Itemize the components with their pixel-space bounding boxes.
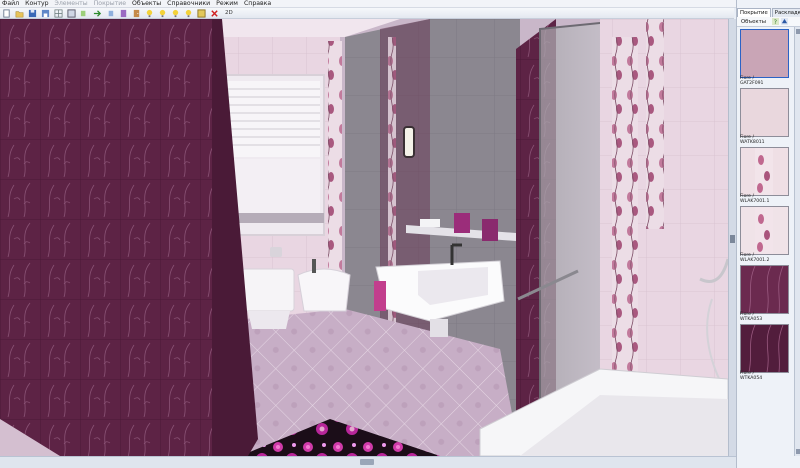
scroll-down-arrow[interactable]: [796, 449, 800, 454]
material-thumbnail: [740, 324, 789, 373]
horizontal-scrollbar[interactable]: [0, 456, 736, 468]
help-icon[interactable]: ?: [771, 18, 779, 25]
material-thumbnail: [740, 206, 789, 255]
scroll-up-arrow[interactable]: [796, 29, 800, 34]
3d-viewport[interactable]: [0, 19, 728, 456]
menu-item-3[interactable]: Покрытие: [94, 0, 126, 8]
tab-1[interactable]: Раскладки: [771, 8, 800, 17]
save-as-icon[interactable]: [41, 9, 50, 18]
mode-2d-button[interactable]: 2D: [225, 9, 233, 18]
grid-icon[interactable]: [54, 9, 63, 18]
material-caption: Fiore / WLAK7001.1: [740, 194, 770, 204]
window-icon[interactable]: [197, 8, 206, 18]
save-icon[interactable]: [28, 9, 37, 18]
material-thumbnail: [740, 88, 789, 137]
material-item[interactable]: Fiore / WTKA053: [737, 263, 794, 322]
scrollbar-thumb[interactable]: [360, 459, 374, 465]
material-item[interactable]: Fiore / WTKA054: [737, 322, 794, 381]
svg-text:?: ?: [774, 19, 777, 25]
material-caption: Fiore / WTKA053: [740, 312, 763, 322]
menu-item-1[interactable]: Контур: [25, 0, 48, 8]
material-caption: Fiore / WTKA054: [740, 371, 763, 381]
menu-item-5[interactable]: Справочники: [167, 0, 210, 8]
up-icon[interactable]: [780, 18, 788, 25]
delete-icon[interactable]: [210, 9, 219, 18]
new-file-icon[interactable]: [2, 8, 11, 18]
import-icon[interactable]: [80, 9, 89, 18]
panel-splitter[interactable]: [728, 19, 736, 456]
menu-item-0[interactable]: Файл: [2, 0, 19, 8]
menu-item-6[interactable]: Режим: [216, 0, 238, 8]
menu-bar: Файл Контур Элементы Покрытие Объекты Справоч…: [0, 0, 800, 8]
bulb-icon[interactable]: [171, 9, 180, 18]
bulb-icon[interactable]: [145, 9, 154, 18]
objects-label[interactable]: Объекты: [741, 19, 766, 25]
toolbar: 2D: [0, 8, 734, 19]
material-thumbnail: [740, 265, 789, 314]
bathroom-scene: [0, 19, 728, 456]
door-icon[interactable]: [132, 9, 141, 18]
export-icon[interactable]: [106, 9, 115, 18]
material-caption: Fiore / WATK8011: [740, 135, 765, 145]
menu-item-4[interactable]: Объекты: [132, 0, 161, 8]
app-window: Файл Контур Элементы Покрытие Объекты Справоч…: [0, 0, 800, 468]
splitter-grip[interactable]: [730, 235, 735, 243]
material-thumbnail: [740, 29, 789, 78]
menu-item-2[interactable]: Элементы: [55, 0, 88, 8]
material-thumbnail: [740, 147, 789, 196]
tab-0[interactable]: Покрытие: [737, 8, 771, 17]
panel-subbar: Объекты ?: [737, 17, 800, 27]
book-icon[interactable]: [119, 9, 128, 18]
menu-item-7[interactable]: Справка: [244, 0, 271, 8]
material-item[interactable]: Fiore / WLAK7001.2: [737, 204, 794, 263]
arrow-icon[interactable]: [93, 9, 102, 18]
material-item[interactable]: Fiore / GAT2F091: [737, 27, 794, 86]
bulb-icon[interactable]: [184, 9, 193, 18]
material-item[interactable]: Fiore / WLAK7001.1: [737, 145, 794, 204]
panel-scrollbar[interactable]: [794, 27, 800, 456]
material-item[interactable]: Fiore / WATK8011: [737, 86, 794, 145]
open-folder-icon[interactable]: [15, 9, 24, 18]
panel-tabs: ПокрытиеРаскладки: [737, 8, 800, 17]
materials-panel: ПокрытиеРаскладки Объекты ? Fiore / GAT2…: [736, 0, 800, 468]
material-caption: Fiore / GAT2F091: [740, 76, 764, 86]
materials-list: Fiore / GAT2F091 Fiore / WATK8011 Fiore / …: [737, 27, 794, 456]
material-caption: Fiore / WLAK7001.2: [740, 253, 770, 263]
bulb-icon[interactable]: [158, 9, 167, 18]
layout-icon[interactable]: [67, 8, 76, 18]
